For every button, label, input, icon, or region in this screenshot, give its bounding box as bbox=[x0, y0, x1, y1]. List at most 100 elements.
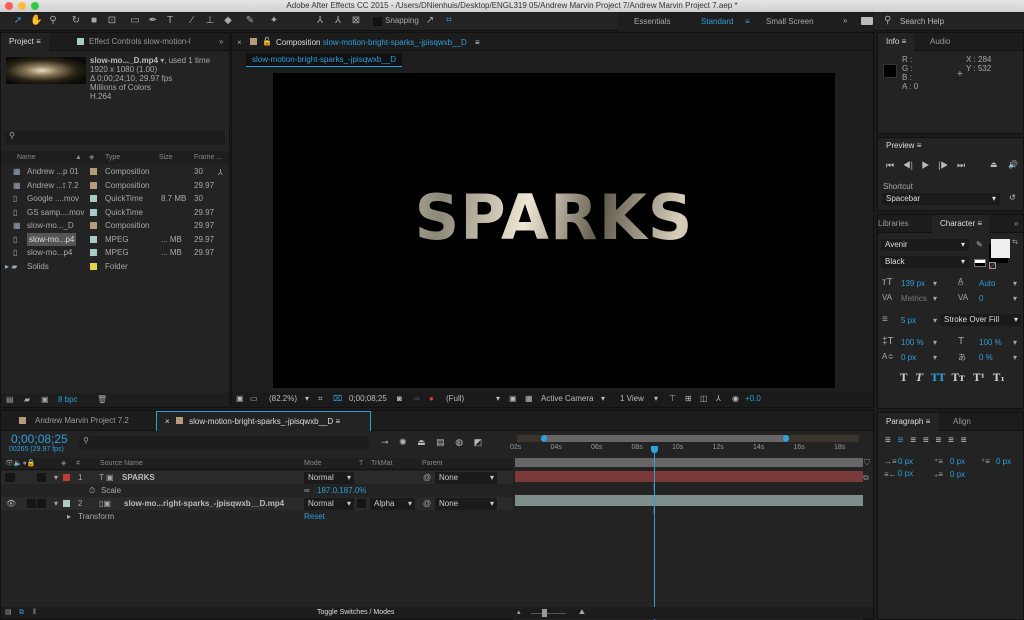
axis-world-icon[interactable]: ⅄ bbox=[332, 15, 344, 27]
next-frame-icon[interactable]: |▶ bbox=[938, 160, 948, 170]
indent-left-value[interactable]: 0 px bbox=[898, 457, 913, 466]
first-frame-icon[interactable]: ⏮ bbox=[886, 160, 894, 170]
workspaces-overflow-button[interactable]: » bbox=[843, 16, 847, 25]
timeline-icon[interactable]: ◫ bbox=[700, 391, 708, 407]
pen-tool-icon[interactable]: ✒ bbox=[147, 15, 159, 27]
panel-menu-icon[interactable]: ≡ bbox=[475, 38, 480, 47]
constrain-proportions-icon[interactable]: ∞ bbox=[304, 484, 310, 497]
in-out-icon[interactable]: ‖ bbox=[33, 607, 36, 619]
minimize-window-button[interactable] bbox=[18, 2, 26, 10]
label-color-swatch[interactable] bbox=[90, 208, 97, 216]
workspace-menu-icon[interactable]: ≡ bbox=[745, 17, 750, 26]
selection-tool-icon[interactable]: ➚ bbox=[12, 15, 24, 27]
interpret-footage-icon[interactable]: ▤ bbox=[6, 395, 14, 404]
column-type[interactable]: Type bbox=[105, 151, 120, 164]
property-group-transform[interactable]: ▸ Transform Reset bbox=[1, 510, 513, 523]
search-help-input[interactable]: Search Help bbox=[900, 17, 944, 26]
snap-edges-icon[interactable]: ↗ bbox=[424, 15, 436, 27]
stroke-mode-dropdown[interactable]: Stroke Over Fill ▾ bbox=[940, 314, 1021, 326]
label-color-swatch[interactable] bbox=[90, 249, 97, 256]
space-after-value[interactable]: 0 px bbox=[950, 470, 965, 479]
resolution-dropdown[interactable]: (Full) bbox=[446, 391, 464, 407]
tab-paragraph[interactable]: Paragraph ≡ bbox=[878, 413, 939, 431]
timeline-search-input[interactable]: ⚲ bbox=[79, 436, 369, 450]
current-time[interactable]: 0;00;08;25 bbox=[349, 391, 387, 407]
zoom-slider-handle[interactable] bbox=[542, 609, 547, 617]
transfer-controls-icon[interactable]: ⧉ bbox=[19, 607, 24, 619]
tab-character[interactable]: Character ≡ bbox=[932, 215, 991, 233]
chevron-down-icon[interactable]: ▾ bbox=[1013, 338, 1017, 347]
play-icon[interactable]: ▶ bbox=[922, 160, 930, 170]
timeline-current-time[interactable]: 0;00;08;25 bbox=[11, 432, 68, 446]
playhead-handle[interactable] bbox=[651, 446, 658, 453]
layer-row[interactable]: ▾ 1 T ▣ SPARKS Normal ▾ @ None ▾ bbox=[1, 471, 513, 484]
tab-libraries[interactable]: Libraries bbox=[870, 215, 917, 233]
navigator-end-handle[interactable] bbox=[783, 435, 789, 442]
panel-menu-icon[interactable]: ≡ bbox=[902, 37, 907, 46]
label-color-swatch[interactable] bbox=[90, 262, 97, 270]
indent-first-value[interactable]: 0 px bbox=[996, 457, 1011, 466]
shortcut-dropdown[interactable]: Spacebar ▾ bbox=[882, 193, 1000, 205]
faux-italic-button[interactable]: T bbox=[915, 373, 922, 384]
leading-value[interactable]: Auto bbox=[979, 279, 995, 288]
composition-mini-flowchart-icon[interactable]: ⊸ bbox=[381, 437, 389, 447]
baseline-shift-value[interactable]: 0 px bbox=[901, 353, 916, 362]
magnification-dropdown[interactable]: (82.2%) bbox=[269, 391, 297, 407]
chevron-down-icon[interactable]: ▾ bbox=[1013, 279, 1017, 288]
frame-blending-icon[interactable]: ▤ bbox=[436, 437, 445, 447]
comp-button-icon[interactable]: ⧉ bbox=[863, 473, 869, 483]
reset-link[interactable]: Reset bbox=[304, 510, 325, 523]
justify-center-icon[interactable]: ≡ bbox=[936, 435, 942, 446]
chevron-down-icon[interactable]: ▾ bbox=[305, 391, 309, 407]
exposure-icon[interactable]: ◉ bbox=[732, 391, 739, 407]
time-graph[interactable]: 02s04s06s08s10s12s14s16s18s I I bbox=[510, 432, 863, 620]
parent-dropdown[interactable]: None ▾ bbox=[435, 498, 497, 510]
zoom-window-button[interactable] bbox=[31, 2, 39, 10]
tracking-value[interactable]: 0 bbox=[979, 294, 983, 303]
zoom-tool-icon[interactable]: ⚲ bbox=[47, 15, 59, 27]
region-of-interest-icon[interactable]: ▣ bbox=[509, 391, 517, 407]
axis-view-icon[interactable]: ⊠ bbox=[350, 15, 362, 27]
space-before-value[interactable]: 0 px bbox=[950, 457, 965, 466]
snap-features-icon[interactable]: ⌗ bbox=[443, 15, 455, 27]
toggle-mask-icon[interactable]: ⌧ bbox=[333, 391, 342, 407]
horizontal-scale-value[interactable]: 100 % bbox=[979, 338, 1002, 347]
motion-blur-icon[interactable]: ◍ bbox=[455, 437, 463, 447]
tab-info[interactable]: Info ≡ bbox=[878, 33, 915, 51]
graph-editor-icon[interactable]: ◩ bbox=[474, 437, 483, 447]
project-item[interactable]: ▦ Andrew ...t 7.2 Composition 29.97 bbox=[1, 179, 216, 192]
label-color-swatch[interactable] bbox=[90, 181, 97, 189]
sparks-text-layer[interactable]: SPARKS bbox=[273, 181, 835, 254]
composition-subtab[interactable]: slow-motion-bright-sparks_-jpisqwxb__D bbox=[246, 53, 403, 67]
project-search-input[interactable]: ⚲ bbox=[5, 131, 225, 145]
fill-color-swatch[interactable] bbox=[991, 239, 1010, 258]
chevron-down-icon[interactable]: ▾ bbox=[933, 353, 937, 362]
black-white-icon[interactable] bbox=[974, 259, 986, 267]
shy-layers-icon[interactable]: ⏏ bbox=[417, 437, 426, 447]
brush-tool-icon[interactable]: ∕ bbox=[186, 15, 198, 27]
panel-menu-icon[interactable]: ≡ bbox=[335, 417, 340, 426]
bit-depth-button[interactable]: 8 bpc bbox=[58, 395, 78, 404]
view-layout-dropdown[interactable]: 1 View bbox=[620, 391, 644, 407]
flowchart-icon[interactable]: ⅄ bbox=[716, 391, 721, 407]
layer-name[interactable]: slow-mo...right-sparks_-jpisqwxb__D.mp4 bbox=[124, 497, 284, 510]
expand-icon[interactable]: ▸ bbox=[67, 510, 71, 523]
pan-behind-tool-icon[interactable]: ⊡ bbox=[106, 15, 118, 27]
chevron-down-icon[interactable]: ▾ bbox=[496, 391, 500, 407]
blend-mode-dropdown[interactable]: Normal ▾ bbox=[304, 472, 354, 484]
justify-right-icon[interactable]: ≡ bbox=[948, 435, 954, 446]
label-color-swatch[interactable] bbox=[63, 474, 70, 481]
justify-left-icon[interactable]: ≡ bbox=[923, 435, 929, 446]
work-area-bar[interactable] bbox=[515, 458, 863, 467]
all-caps-button[interactable]: TT bbox=[931, 373, 946, 384]
project-item[interactable]: ▦ Andrew ...p 01 Composition 30 bbox=[1, 165, 216, 178]
previous-frame-icon[interactable]: ◀| bbox=[903, 160, 913, 170]
preview-icon[interactable]: ▣ bbox=[236, 391, 244, 407]
preserve-transparency-checkbox[interactable] bbox=[357, 499, 366, 508]
project-item[interactable]: ▦ slow-mo..._D Composition 29.97 bbox=[1, 219, 216, 232]
label-column-icon[interactable]: ◈ bbox=[61, 458, 66, 470]
rotate-tool-icon[interactable]: ↻ bbox=[70, 15, 82, 27]
layer-bar-sparks[interactable] bbox=[515, 471, 863, 482]
indent-right-value[interactable]: 0 px bbox=[898, 469, 913, 478]
roto-brush-tool-icon[interactable]: ✎ bbox=[244, 15, 256, 27]
